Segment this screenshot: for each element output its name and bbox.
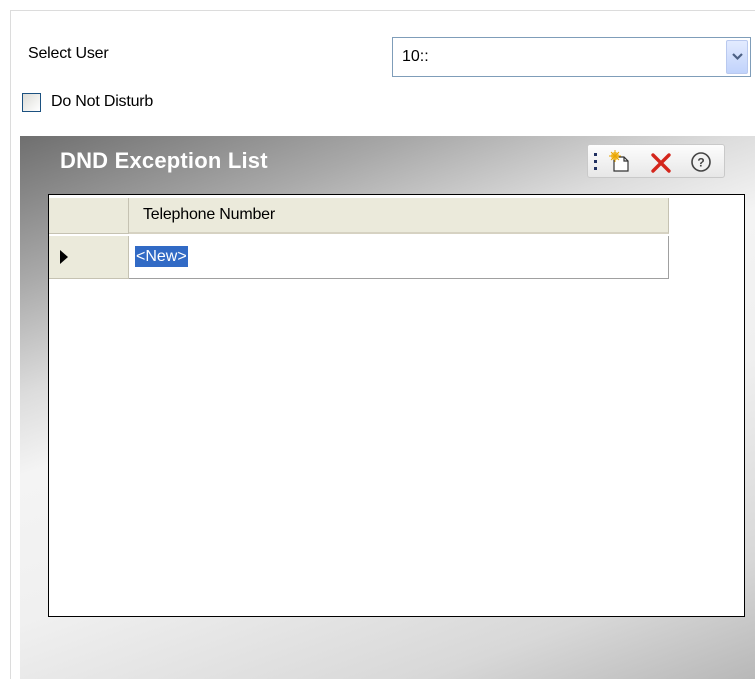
- grip-handle[interactable]: [594, 153, 597, 170]
- dropdown-arrow-button[interactable]: [726, 40, 748, 74]
- exception-grid[interactable]: Telephone Number <New>: [48, 194, 745, 617]
- dnd-exception-panel: DND Exception List ? Telephone Number <N…: [20, 136, 755, 679]
- telephone-number-value[interactable]: <New>: [135, 246, 188, 267]
- help-icon: ?: [691, 152, 711, 172]
- panel-title: DND Exception List: [60, 148, 268, 173]
- current-row-arrow-icon: [60, 250, 68, 264]
- table-row[interactable]: <New>: [49, 236, 669, 279]
- delete-icon: [651, 153, 671, 173]
- do-not-disturb-checkbox[interactable]: [22, 93, 41, 112]
- toolbar: ?: [587, 144, 725, 178]
- new-button[interactable]: [608, 149, 634, 175]
- chevron-down-icon: [732, 53, 743, 61]
- new-icon: [609, 150, 629, 172]
- svg-text:?: ?: [697, 156, 704, 170]
- column-header-telephone-number[interactable]: Telephone Number: [129, 198, 669, 234]
- do-not-disturb-label: Do Not Disturb: [51, 93, 154, 110]
- row-selector[interactable]: [49, 236, 129, 279]
- user-select-dropdown[interactable]: 10::: [392, 37, 751, 77]
- telephone-number-cell[interactable]: <New>: [129, 236, 669, 279]
- grid-header-row: Telephone Number: [49, 198, 669, 234]
- grid-corner-cell[interactable]: [49, 198, 129, 234]
- column-header-label: Telephone Number: [143, 206, 275, 223]
- select-user-label: Select User: [28, 45, 109, 62]
- delete-button[interactable]: [648, 149, 674, 175]
- user-select-value: 10::: [402, 48, 429, 65]
- help-button[interactable]: ?: [688, 149, 714, 175]
